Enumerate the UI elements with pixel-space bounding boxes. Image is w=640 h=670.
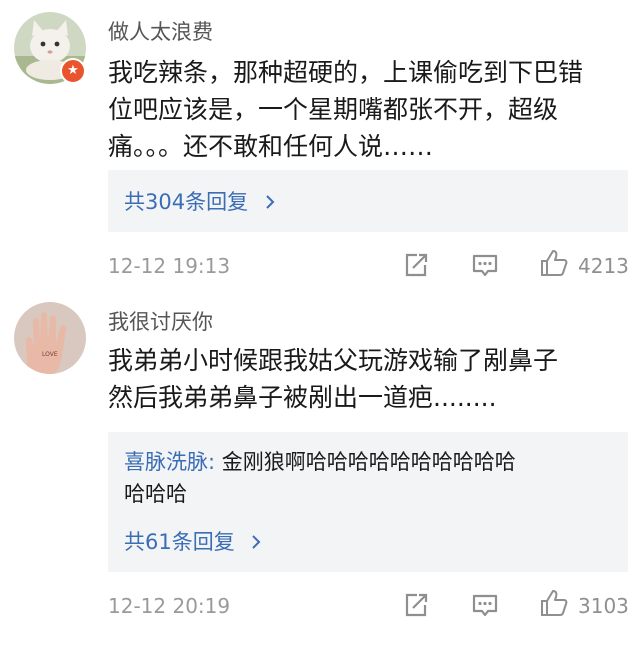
reply-count-label: 共61条回复 [124, 530, 235, 554]
share-icon [405, 253, 428, 277]
username[interactable]: 做人太浪费 [108, 16, 213, 46]
timestamp: 12-12 19:13 [108, 254, 231, 278]
reply-text-continued: 哈哈哈 [124, 482, 187, 506]
comment-icon [472, 594, 498, 617]
comment-item: ★ 做人太浪费 我吃辣条，那种超硬的，上课偷吃到下巴错 位吧应该是，一个星期嘴都… [0, 0, 640, 290]
like-count: 3103 [578, 594, 629, 618]
comment-text-line: 痛。。。还不敢和任何人说…… [108, 132, 434, 161]
like-button[interactable] [539, 248, 569, 278]
like-thumb-icon [541, 250, 568, 276]
comment-text-line: 我弟弟小时候跟我姑父玩游戏输了剐鼻子 [108, 346, 559, 375]
comment-icon [472, 254, 498, 277]
view-replies-link[interactable]: 共61条回复 [124, 526, 263, 556]
like-button[interactable] [539, 588, 569, 618]
share-icon [405, 593, 428, 617]
reply-author[interactable]: 喜脉洗脉: [124, 450, 215, 474]
comment-text: 我吃辣条，那种超硬的，上课偷吃到下巴错 位吧应该是，一个星期嘴都张不开，超级 痛… [108, 54, 628, 165]
verified-star-badge-icon: ★ [60, 58, 86, 84]
avatar[interactable]: LOVE [14, 302, 86, 374]
reply-text: 金刚狼啊哈哈哈哈哈哈哈哈哈哈 [215, 450, 516, 474]
comment-text: 我弟弟小时候跟我姑父玩游戏输了剐鼻子 然后我弟弟鼻子被剐出一道疤........ [108, 342, 628, 416]
svg-text:LOVE: LOVE [42, 351, 58, 358]
comment-button[interactable] [470, 250, 500, 280]
reply-count-label: 共304条回复 [124, 190, 249, 214]
comment-button[interactable] [470, 590, 500, 620]
reply-box[interactable]: 喜脉洗脉: 金刚狼啊哈哈哈哈哈哈哈哈哈哈 哈哈哈 共61条回复 [108, 432, 628, 572]
timestamp: 12-12 20:19 [108, 594, 231, 618]
reply-preview[interactable]: 喜脉洗脉: 金刚狼啊哈哈哈哈哈哈哈哈哈哈 [124, 446, 614, 479]
chevron-right-icon [252, 535, 261, 549]
comment-item: LOVE 我很讨厌你 我弟弟小时候跟我姑父玩游戏输了剐鼻子 然后我弟弟鼻子被剐出… [0, 290, 640, 670]
share-button[interactable] [401, 250, 431, 280]
username[interactable]: 我很讨厌你 [108, 306, 213, 336]
comment-text-line: 然后我弟弟鼻子被剐出一道疤........ [108, 383, 497, 412]
chevron-right-icon [266, 195, 275, 209]
share-button[interactable] [401, 590, 431, 620]
comment-text-line: 位吧应该是，一个星期嘴都张不开，超级 [108, 95, 559, 124]
reply-box[interactable]: 共304条回复 [108, 170, 628, 232]
like-thumb-icon [541, 590, 568, 616]
like-count: 4213 [578, 254, 629, 278]
comment-text-line: 我吃辣条，那种超硬的，上课偷吃到下巴错 [108, 58, 584, 87]
view-replies-link[interactable]: 共304条回复 [124, 186, 277, 216]
